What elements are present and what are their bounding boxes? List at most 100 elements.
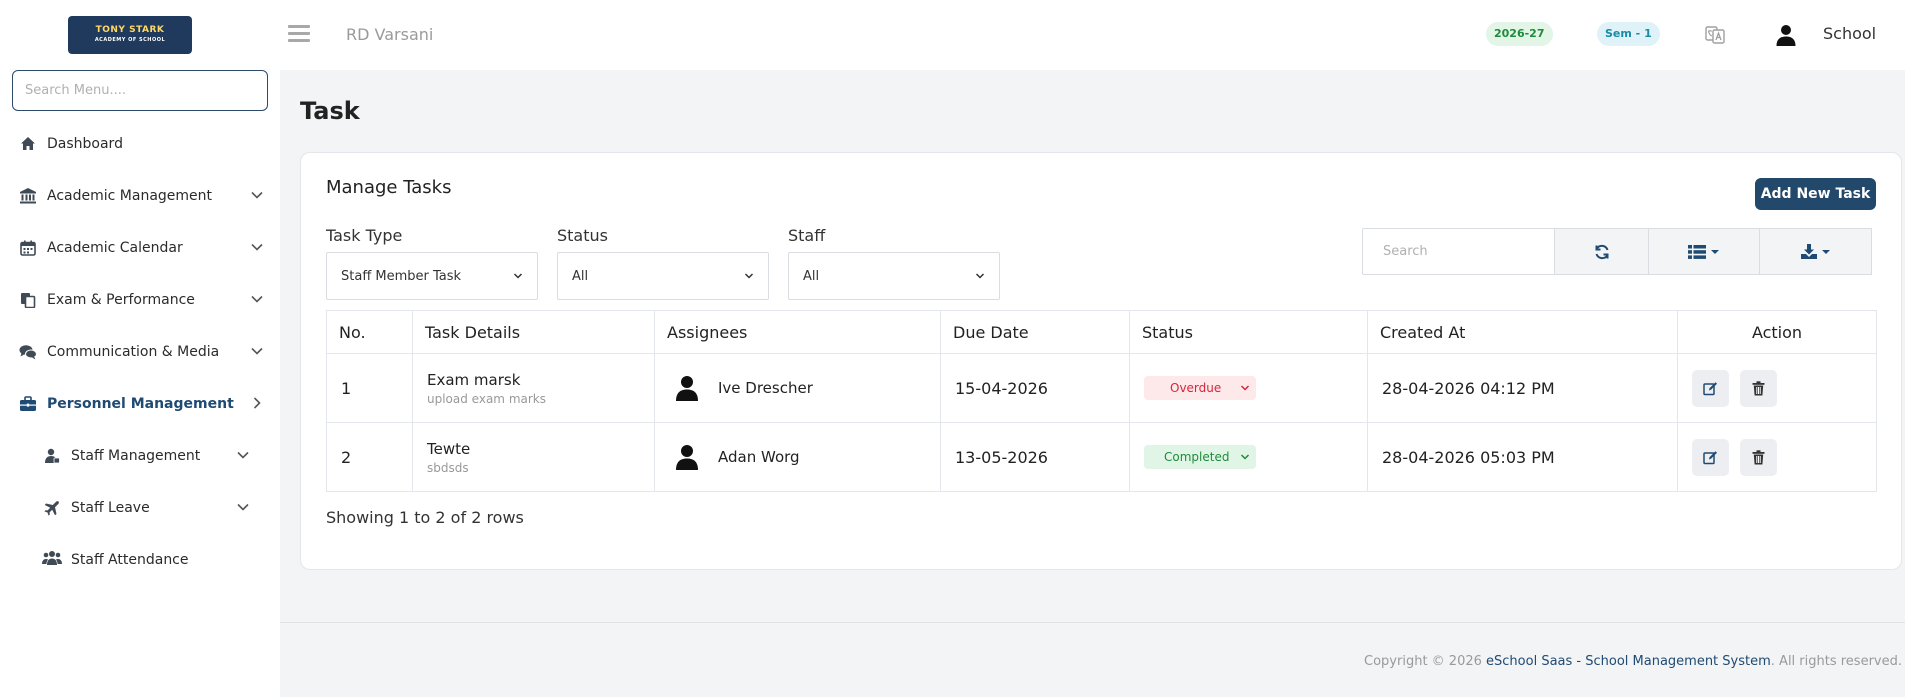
status-filter-select[interactable]: All — [557, 252, 769, 300]
sidebar-item-label: Staff Leave — [71, 500, 150, 516]
task-details-cell: Tewte sbdsds — [412, 422, 655, 492]
manage-tasks-card: Manage Tasks Add New Task Task Type Staf… — [300, 152, 1902, 570]
edit-button[interactable] — [1692, 369, 1729, 407]
caret-down-icon — [1821, 249, 1830, 254]
add-new-task-button[interactable]: Add New Task — [1755, 178, 1876, 210]
column-header-assignees[interactable]: Assignees — [654, 310, 941, 354]
delete-button[interactable] — [1740, 369, 1778, 407]
bank-icon — [18, 186, 38, 206]
sidebar-item-staff-leave[interactable]: Staff Leave — [0, 482, 280, 534]
chevron-down-icon — [1240, 385, 1250, 391]
chevron-down-icon — [251, 295, 263, 303]
task-type-label: Task Type — [326, 226, 403, 245]
status-value: Completed — [1164, 450, 1230, 464]
task-title: Exam marsk — [427, 370, 521, 389]
search-menu-input[interactable] — [12, 70, 268, 111]
sidebar-item-academic-calendar[interactable]: Academic Calendar — [0, 222, 280, 274]
sidebar-item-exam-performance[interactable]: Exam & Performance — [0, 274, 280, 326]
column-header-status[interactable]: Status — [1129, 310, 1368, 354]
briefcase-icon — [18, 394, 38, 414]
table-row: 2 Tewte sbdsds Adan Worg 13-05-2026 Comp… — [326, 422, 1877, 492]
sidebar-item-dashboard[interactable]: Dashboard — [0, 118, 280, 170]
table-search-input[interactable] — [1362, 228, 1554, 275]
edit-icon — [1703, 381, 1717, 395]
sidebar-item-label: Staff Attendance — [71, 552, 189, 568]
task-details-cell: Exam marsk upload exam marks — [412, 353, 655, 423]
refresh-button[interactable] — [1554, 228, 1649, 275]
edit-button[interactable] — [1692, 438, 1729, 476]
chevron-down-icon — [744, 273, 754, 279]
refresh-icon — [1595, 244, 1608, 259]
delete-button[interactable] — [1740, 438, 1778, 476]
chevron-down-icon — [251, 191, 263, 199]
user-avatar-icon[interactable] — [1775, 24, 1797, 46]
sidebar-item-label: Personnel Management — [47, 396, 234, 412]
footer: Copyright © 2026 eSchool Saas - School M… — [1364, 654, 1902, 669]
status-filter-label: Status — [557, 226, 608, 245]
staff-filter-select[interactable]: All — [788, 252, 1000, 300]
created-at: 28-04-2026 05:03 PM — [1367, 422, 1678, 492]
copy-icon — [18, 290, 38, 310]
pagination-summary: Showing 1 to 2 of 2 rows — [326, 508, 524, 527]
status-cell: Overdue — [1129, 353, 1368, 423]
column-header-due-date[interactable]: Due Date — [940, 310, 1130, 354]
task-type-value: Staff Member Task — [341, 268, 462, 284]
column-header-created-at[interactable]: Created At — [1367, 310, 1678, 354]
sidebar-item-communication-media[interactable]: Communication & Media — [0, 326, 280, 378]
due-date: 15-04-2026 — [940, 353, 1130, 423]
row-number: 2 — [326, 422, 413, 492]
sidebar-item-personnel-management[interactable]: Personnel Management — [0, 378, 280, 430]
sidebar-item-label: Academic Calendar — [47, 240, 183, 256]
sidebar-item-academic-management[interactable]: Academic Management — [0, 170, 280, 222]
sidebar-item-label: Dashboard — [47, 136, 123, 152]
staff-filter-value: All — [803, 268, 820, 284]
table-row: 1 Exam marsk upload exam marks Ive Dresc… — [326, 353, 1877, 423]
status-filter-value: All — [572, 268, 589, 284]
language-icon[interactable] — [1705, 25, 1725, 45]
user-avatar-icon — [676, 376, 698, 401]
chevron-down-icon — [251, 347, 263, 355]
caret-down-icon — [1711, 249, 1719, 254]
sidebar-item-staff-attendance[interactable]: Staff Attendance — [0, 534, 280, 568]
page-title: Task — [300, 97, 360, 125]
calendar-icon — [18, 238, 38, 258]
row-number: 1 — [326, 353, 413, 423]
status-select[interactable]: Completed — [1144, 445, 1256, 469]
task-description: sbdsds — [427, 460, 469, 475]
footer-copyright: Copyright © 2026 — [1364, 654, 1487, 669]
logo-subtext: ACADEMY OF SCHOOL — [94, 37, 166, 43]
status-select[interactable]: Overdue — [1144, 376, 1256, 400]
assignee-name: Ive Drescher — [718, 379, 813, 397]
semester-badge[interactable]: Sem - 1 — [1597, 22, 1660, 46]
assignees-cell: Ive Drescher — [654, 353, 941, 423]
footer-rights: . All rights reserved. — [1770, 654, 1902, 669]
columns-toggle-button[interactable] — [1648, 228, 1760, 275]
sidebar-item-label: Staff Management — [71, 448, 201, 464]
download-icon — [1800, 244, 1817, 259]
column-header-task-details[interactable]: Task Details — [412, 310, 655, 354]
staff-filter-label: Staff — [788, 226, 826, 245]
session-year-badge[interactable]: 2026-27 — [1486, 22, 1553, 46]
school-logo[interactable]: TONY STARK ACADEMY OF SCHOOL — [68, 16, 192, 54]
user-name[interactable]: School — [1823, 24, 1876, 43]
list-icon — [1688, 244, 1706, 259]
plane-icon — [42, 498, 62, 518]
sidebar-item-staff-management[interactable]: Staff Management — [0, 430, 280, 482]
chat-icon — [18, 342, 38, 362]
column-header-action: Action — [1677, 310, 1877, 354]
assignee-name: Adan Worg — [718, 448, 800, 466]
trash-icon — [1752, 449, 1765, 464]
task-type-select[interactable]: Staff Member Task — [326, 252, 538, 300]
hamburger-menu-icon[interactable] — [288, 25, 310, 45]
topbar: RD Varsani 2026-27 Sem - 1 School — [280, 0, 1905, 70]
logo-text: TONY STARK — [95, 25, 165, 35]
action-cell — [1677, 422, 1877, 492]
export-button[interactable] — [1759, 228, 1872, 275]
school-name: RD Varsani — [346, 25, 434, 44]
status-cell: Completed — [1129, 422, 1368, 492]
user-avatar-icon — [676, 445, 698, 470]
sidebar: TONY STARK ACADEMY OF SCHOOL Dashboard A… — [0, 0, 280, 697]
column-header-no[interactable]: No. — [326, 310, 413, 354]
card-title: Manage Tasks — [326, 177, 452, 198]
footer-link[interactable]: eSchool Saas - School Management System — [1486, 654, 1771, 669]
